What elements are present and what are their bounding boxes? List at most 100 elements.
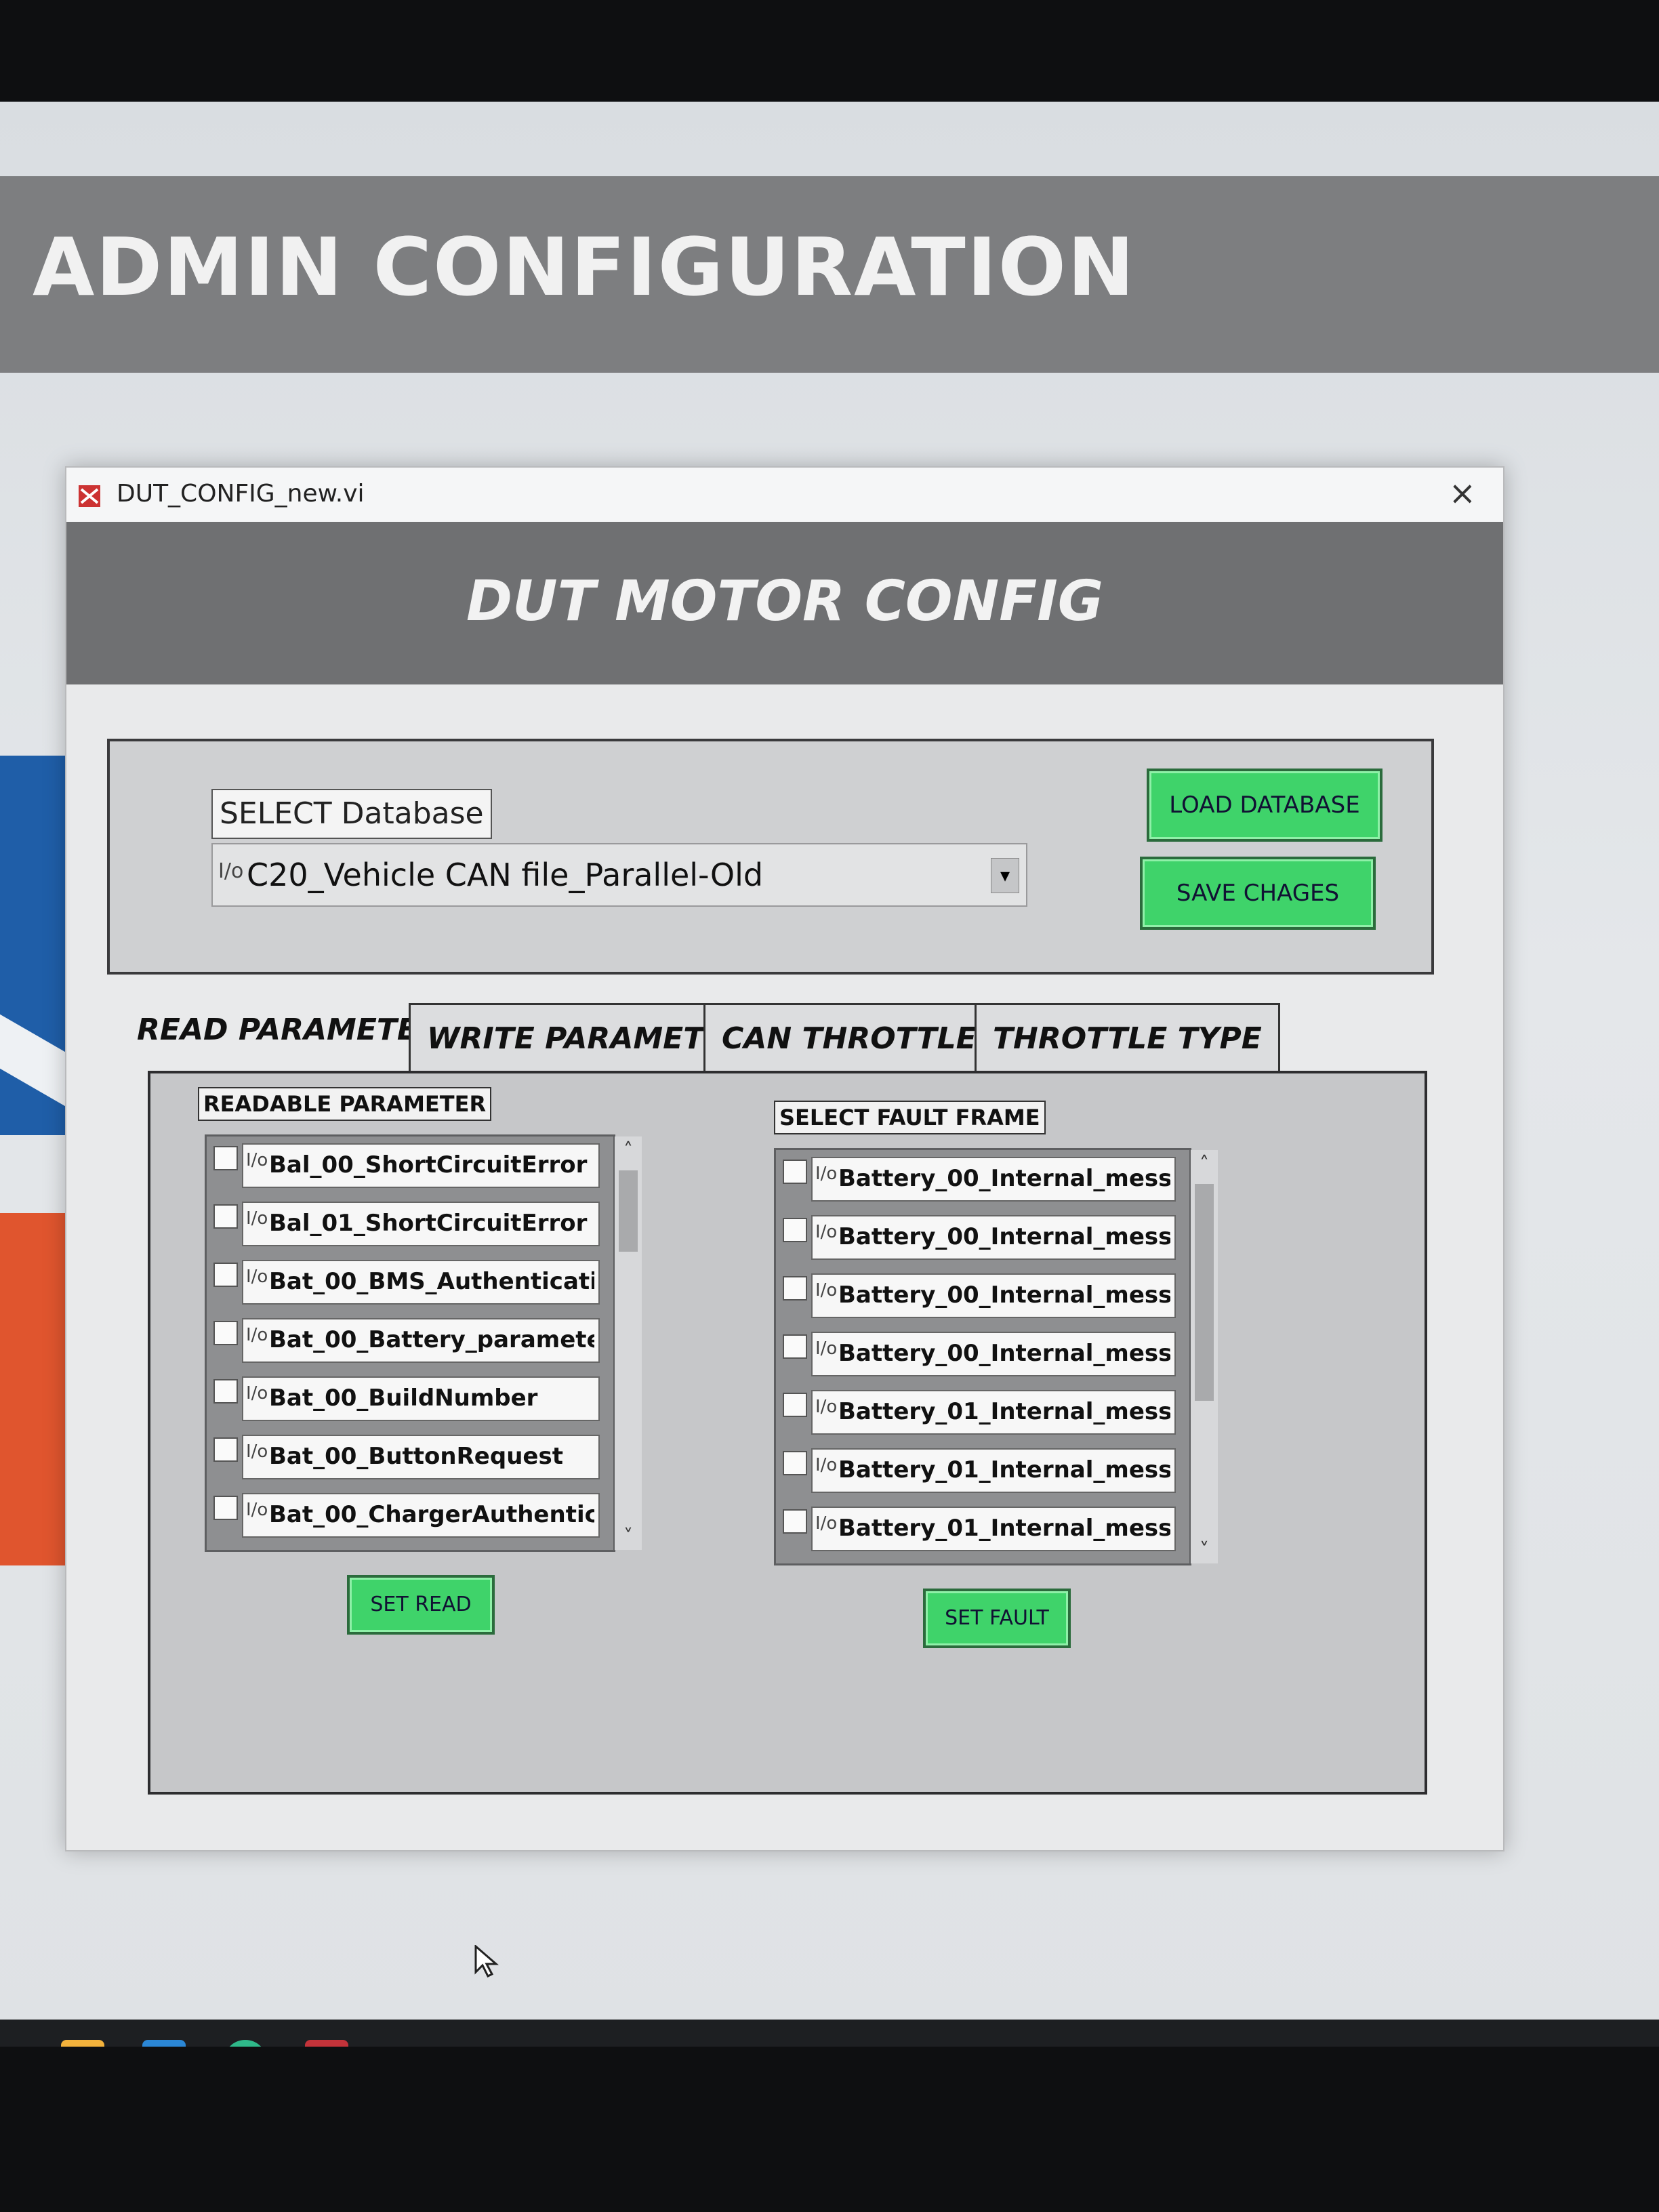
list-item-label: Battery_00_Internal_message1 (838, 1165, 1170, 1192)
list-item: I/o Bat_00_BuildNumber (207, 1370, 613, 1428)
checkbox[interactable] (213, 1146, 238, 1170)
list-item-label: Bal_00_ShortCircuitError (269, 1151, 588, 1179)
mouse-cursor-icon (474, 1944, 499, 1987)
io-marker-icon: I/o (815, 1164, 838, 1184)
io-marker-icon: I/o (218, 859, 244, 883)
taskbar (0, 2020, 1659, 2047)
checkbox[interactable] (213, 1263, 238, 1287)
checkbox[interactable] (213, 1496, 238, 1520)
io-marker-icon: I/o (815, 1338, 838, 1359)
scroll-down-icon[interactable]: ˅ (1191, 1536, 1218, 1563)
io-marker-icon: I/o (246, 1383, 268, 1404)
list-item-label: Bat_00_BuildNumber (269, 1385, 538, 1412)
checkbox[interactable] (783, 1160, 807, 1184)
monitor-screen: ADMIN CONFIGURATION DUT_CONFIG_new.vi × … (0, 102, 1659, 2047)
list-item-field: I/oBat_00_Battery_parameter_tim (242, 1318, 600, 1363)
io-marker-icon: I/o (815, 1280, 838, 1300)
checkbox[interactable] (783, 1218, 807, 1242)
list-item-field: I/oBattery_00_Internal_message2 (811, 1215, 1176, 1260)
admin-title: ADMIN CONFIGURATION (33, 220, 1136, 314)
select-database-label: SELECT Database (211, 789, 492, 839)
readable-scrollbar[interactable]: ˄ ˅ (615, 1136, 642, 1550)
scroll-thumb[interactable] (619, 1170, 638, 1252)
list-item: I/oBattery_01_Internal_message1 (776, 1383, 1189, 1441)
dropdown-arrow-icon[interactable]: ▾ (991, 858, 1019, 893)
store-icon[interactable] (61, 2040, 104, 2047)
list-item-label: Battery_00_Internal_message3 (838, 1282, 1170, 1309)
scroll-up-icon[interactable]: ˄ (1191, 1150, 1218, 1177)
list-item: I/oBat_00_ChargerAuthenticationF (207, 1486, 613, 1544)
tab-can-throttle[interactable]: CAN THROTTLE (703, 1003, 995, 1073)
list-item-label: Battery_01_Internal_message2 (838, 1456, 1170, 1483)
list-item-field: I/oBattery_00_Internal_message3 (811, 1273, 1176, 1318)
labview-icon[interactable] (305, 2040, 348, 2047)
list-item-field: I/o Bal_00_ShortCircuitError (242, 1143, 600, 1188)
scroll-thumb[interactable] (1195, 1184, 1214, 1401)
list-item-field: I/oBattery_01_Internal_message3 (811, 1507, 1176, 1551)
scroll-down-icon[interactable]: ˅ (615, 1523, 642, 1550)
checkbox[interactable] (213, 1437, 238, 1462)
list-item-label: Battery_00_Internal_message2 (838, 1223, 1170, 1250)
tab-read-parameter[interactable]: READ PARAMETER (121, 996, 457, 1071)
list-item-field: I/o Bat_00_ButtonRequest (242, 1435, 600, 1479)
checkbox[interactable] (783, 1509, 807, 1534)
list-item-label: Battery_01_Internal_message1 (838, 1398, 1170, 1425)
checkbox[interactable] (783, 1334, 807, 1359)
list-item-field: I/oBattery_00_Internal_message4 (811, 1332, 1176, 1376)
list-item-label: Bal_01_ShortCircuitError (269, 1210, 588, 1237)
tab-bar: READ PARAMETER WRITE PARAMETER CAN THROT… (121, 996, 1408, 1073)
dut-config-window: DUT_CONFIG_new.vi × DUT MOTOR CONFIG SEL… (65, 466, 1504, 1851)
close-icon[interactable]: × (1449, 474, 1476, 512)
fault-frame-list[interactable]: I/oBattery_00_Internal_message1 I/oBatte… (774, 1148, 1218, 1565)
list-item: I/o Bat_00_ButtonRequest (207, 1428, 613, 1486)
io-marker-icon: I/o (246, 1208, 268, 1229)
readable-parameter-list[interactable]: I/o Bal_00_ShortCircuitError I/o Bal_01_Sh… (205, 1134, 642, 1552)
checkbox[interactable] (783, 1451, 807, 1475)
io-marker-icon: I/o (815, 1397, 838, 1417)
fault-scrollbar[interactable]: ˄ ˅ (1191, 1150, 1218, 1563)
list-item: I/o Bat_00_BMS_Authentication (207, 1253, 613, 1311)
load-database-button[interactable]: LOAD DATABASE (1147, 769, 1382, 842)
checkbox[interactable] (783, 1393, 807, 1417)
list-item: I/oBat_00_Battery_parameter_tim (207, 1311, 613, 1370)
database-select-value: C20_Vehicle CAN file_Parallel-Old (247, 857, 764, 893)
checkbox[interactable] (213, 1379, 238, 1404)
checkbox[interactable] (213, 1321, 238, 1345)
labview-app-icon (79, 485, 100, 507)
list-item-field: I/o Bal_01_ShortCircuitError (242, 1202, 600, 1246)
list-item: I/o Bal_01_ShortCircuitError (207, 1195, 613, 1253)
io-marker-icon: I/o (246, 1150, 268, 1170)
io-marker-icon: I/o (246, 1500, 268, 1520)
io-marker-icon: I/o (246, 1325, 268, 1345)
set-fault-button[interactable]: SET FAULT (923, 1589, 1071, 1648)
checkbox[interactable] (783, 1276, 807, 1300)
database-panel: SELECT Database I/o C20_Vehicle CAN file… (107, 739, 1434, 975)
list-item-label: Bat_00_ButtonRequest (269, 1443, 563, 1470)
list-item: I/o Bal_00_ShortCircuitError (207, 1136, 613, 1195)
scroll-up-icon[interactable]: ˄ (615, 1136, 642, 1164)
list-item-label: Bat_00_ChargerAuthenticationF (269, 1501, 594, 1528)
list-item-field: I/oBat_00_ChargerAuthenticationF (242, 1493, 600, 1538)
database-select[interactable]: I/o C20_Vehicle CAN file_Parallel-Old ▾ (211, 843, 1027, 907)
list-item-label: Battery_00_Internal_message4 (838, 1340, 1170, 1367)
save-changes-button[interactable]: SAVE CHAGES (1140, 857, 1376, 930)
list-item: I/oBattery_00_Internal_message3 (776, 1267, 1189, 1325)
window-titlebar: DUT_CONFIG_new.vi × (66, 468, 1503, 522)
list-item: I/oBattery_00_Internal_message4 (776, 1325, 1189, 1383)
header-title: DUT MOTOR CONFIG (466, 569, 1104, 634)
mail-icon[interactable] (142, 2040, 186, 2047)
set-read-button[interactable]: SET READ (347, 1575, 495, 1635)
io-marker-icon: I/o (246, 1267, 268, 1287)
tab-throttle-type[interactable]: THROTTLE TYPE (975, 1003, 1280, 1073)
list-item-label: Bat_00_BMS_Authentication (269, 1268, 594, 1295)
edge-icon[interactable] (224, 2040, 267, 2047)
io-marker-icon: I/o (815, 1222, 838, 1242)
list-item-field: I/o Bat_00_BMS_Authentication (242, 1260, 600, 1305)
io-marker-icon: I/o (815, 1513, 838, 1534)
list-item: I/oBattery_00_Internal_message2 (776, 1208, 1189, 1267)
list-item: I/oBattery_01_Internal_message3 (776, 1500, 1189, 1558)
checkbox[interactable] (213, 1204, 238, 1229)
list-item-field: I/o Bat_00_BuildNumber (242, 1376, 600, 1421)
cursor-arrow-icon (474, 1944, 499, 1978)
select-fault-frame-label: SELECT FAULT FRAME (774, 1101, 1046, 1134)
